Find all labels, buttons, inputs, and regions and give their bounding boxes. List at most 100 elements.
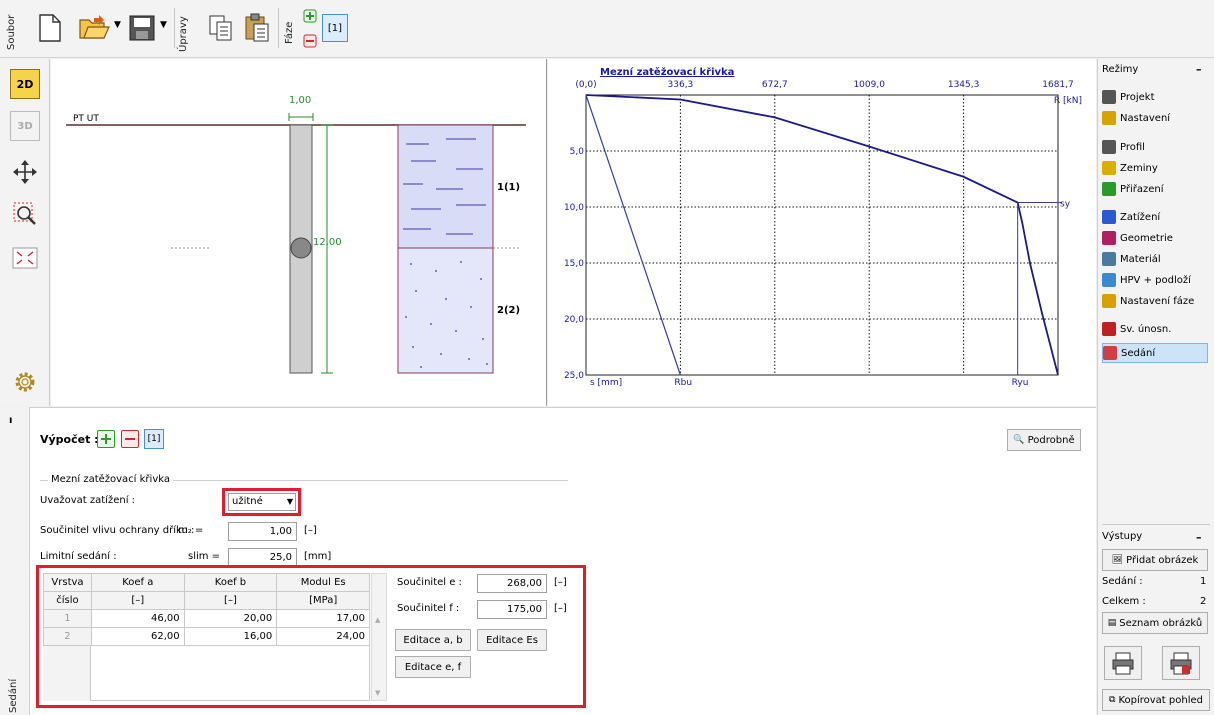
mode-item-3[interactable]: Profil xyxy=(1102,137,1208,157)
chart-marker-label: sy xyxy=(1060,200,1071,210)
gear-icon xyxy=(15,372,35,392)
remove-phase-icon[interactable] xyxy=(303,34,317,48)
frame-pin-icon[interactable]: ı xyxy=(9,415,12,426)
mode-item-12[interactable]: Sedání xyxy=(1102,343,1208,363)
modes-collapse-icon[interactable]: – xyxy=(1196,63,1202,76)
mode-item-label: Geometrie xyxy=(1120,232,1173,244)
chart-marker-label: Ryu xyxy=(1012,378,1029,388)
project-icon xyxy=(1102,90,1116,104)
view-3d-button[interactable]: 3D xyxy=(10,111,40,141)
mode-item-label: Sedání xyxy=(1121,347,1156,359)
chart-x-tick-label: 336,3 xyxy=(668,80,694,90)
image-list-label: Seznam obrázků xyxy=(1119,617,1203,629)
open-dropdown-icon[interactable]: ▼ xyxy=(114,20,121,30)
fit-view-icon xyxy=(12,247,38,269)
mode-item-1[interactable]: Projekt xyxy=(1102,87,1208,107)
profile-icon xyxy=(1102,140,1116,154)
mode-item-2[interactable]: Nastavení xyxy=(1102,108,1208,128)
chart-y-tick-label: 20,0 xyxy=(564,315,584,325)
outputs-title: Výstupy xyxy=(1102,531,1143,542)
limit-unit: [mm] xyxy=(304,551,332,562)
chart-marker-label: Rbu xyxy=(674,378,692,388)
paste-icon[interactable] xyxy=(244,13,270,43)
file-group-label: Soubor xyxy=(6,14,17,50)
right-panel: Režimy – Projekt Nastavení Profil Zeminy Při… xyxy=(1097,59,1214,715)
mode-item-5[interactable]: Přiřazení xyxy=(1102,179,1208,199)
printer-export-icon xyxy=(1170,652,1192,675)
diameter-label: 1,00 xyxy=(289,95,311,106)
copy-view-button[interactable]: ⧉ Kopírovat pohled xyxy=(1102,689,1210,711)
modes-title: Režimy xyxy=(1102,64,1139,75)
length-label: 12,00 xyxy=(313,237,342,248)
phase-tab-1[interactable]: [1] xyxy=(322,14,348,42)
details-label: Podrobně xyxy=(1027,434,1075,446)
limit-symbol: slim = xyxy=(188,551,221,562)
load-settlement-chart: Mezní zatěžovací křivka R [kN] s [mm] (0… xyxy=(548,59,1096,406)
coef-symbol: m₂ = xyxy=(178,525,204,536)
highlight-load-select xyxy=(222,488,301,516)
coef-label: Součinitel vlivu ochrany dříku : xyxy=(40,525,195,536)
printer-icon xyxy=(1112,652,1134,675)
mode-item-11[interactable]: Sv. únosn. xyxy=(1102,319,1208,339)
soils-icon xyxy=(1102,161,1116,175)
highlight-coefficients-area xyxy=(36,565,586,708)
save-icon[interactable] xyxy=(128,14,156,42)
new-file-icon[interactable] xyxy=(38,14,62,42)
mode-item-9[interactable]: HPV + podloží xyxy=(1102,270,1208,290)
print-export-button[interactable] xyxy=(1162,646,1200,680)
chart-series-line xyxy=(585,94,681,376)
chart-title: Mezní zatěžovací křivka xyxy=(600,66,734,78)
details-button[interactable]: 🔍 Podrobně xyxy=(1007,429,1081,451)
assign-icon xyxy=(1102,182,1116,196)
print-button[interactable] xyxy=(1104,646,1142,680)
frame-side-tab-label: Sedání xyxy=(8,678,19,713)
main-toolbar: Soubor ▼ ▼ Úpravy Fáze [1] xyxy=(0,0,1214,58)
add-image-icon: 🖼 xyxy=(1111,555,1124,565)
add-phase-icon[interactable] xyxy=(303,9,317,23)
move-button[interactable] xyxy=(10,157,40,187)
section-title: Mezní zatěžovací křivka xyxy=(48,474,173,485)
settings-button[interactable] xyxy=(10,367,40,397)
add-image-button[interactable]: 🖼 Přidat obrázek xyxy=(1102,549,1208,571)
total-count-label: Celkem : xyxy=(1102,596,1146,607)
mode-item-7[interactable]: Geometrie xyxy=(1102,228,1208,248)
save-dropdown-icon[interactable]: ▼ xyxy=(160,20,167,30)
geometry-icon xyxy=(1102,231,1116,245)
coef-m2-input[interactable]: 1,00 xyxy=(228,522,297,541)
calc-tab-1[interactable]: [1] xyxy=(144,429,164,449)
zoom-button[interactable] xyxy=(10,199,40,229)
mode-item-6[interactable]: Zatížení xyxy=(1102,207,1208,227)
move-arrows-icon xyxy=(13,160,37,184)
image-list-icon: ▤ xyxy=(1107,618,1117,628)
pile-drawing-area: PT UT 1,00 12,00 1(1) 2(2) xyxy=(51,59,547,406)
chart-x-tick-label: 672,7 xyxy=(762,80,788,90)
add-calc-button[interactable] xyxy=(97,430,115,448)
mode-item-4[interactable]: Zeminy xyxy=(1102,158,1208,178)
edit-group-label: Úpravy xyxy=(178,16,189,52)
fit-view-button[interactable] xyxy=(10,243,40,273)
chart-y-axis-label: s [mm] xyxy=(590,378,622,388)
chart-x-tick-label: 1009,0 xyxy=(853,80,885,90)
image-list-button[interactable]: ▤ Seznam obrázků xyxy=(1102,612,1208,634)
chart-x-tick-label: 1345,3 xyxy=(948,80,980,90)
total-count: 2 xyxy=(1200,596,1207,607)
settlement-count: 1 xyxy=(1200,576,1207,587)
settlement-icon xyxy=(1103,346,1117,360)
mode-item-label: Materiál xyxy=(1120,253,1161,265)
load-icon xyxy=(1102,210,1116,224)
view-2d-button[interactable]: 2D xyxy=(10,69,40,99)
copy-icon[interactable] xyxy=(208,14,234,42)
outputs-collapse-icon[interactable]: – xyxy=(1196,531,1202,544)
vertical-capacity-icon xyxy=(1102,322,1116,336)
open-folder-icon[interactable] xyxy=(78,14,110,42)
view-tools-panel: 2D 3D xyxy=(0,59,50,406)
terrain-label: PT UT xyxy=(73,114,99,124)
mode-item-10[interactable]: Nastavení fáze xyxy=(1102,291,1208,311)
remove-calc-button[interactable] xyxy=(121,430,139,448)
mode-item-label: Zatížení xyxy=(1120,211,1161,223)
settings-sun-icon xyxy=(1102,111,1116,125)
frame-side-tab: ı Sedání xyxy=(0,407,30,715)
mode-item-label: HPV + podloží xyxy=(1120,274,1191,286)
mode-item-8[interactable]: Materiál xyxy=(1102,249,1208,269)
mode-item-label: Přiřazení xyxy=(1120,183,1164,195)
